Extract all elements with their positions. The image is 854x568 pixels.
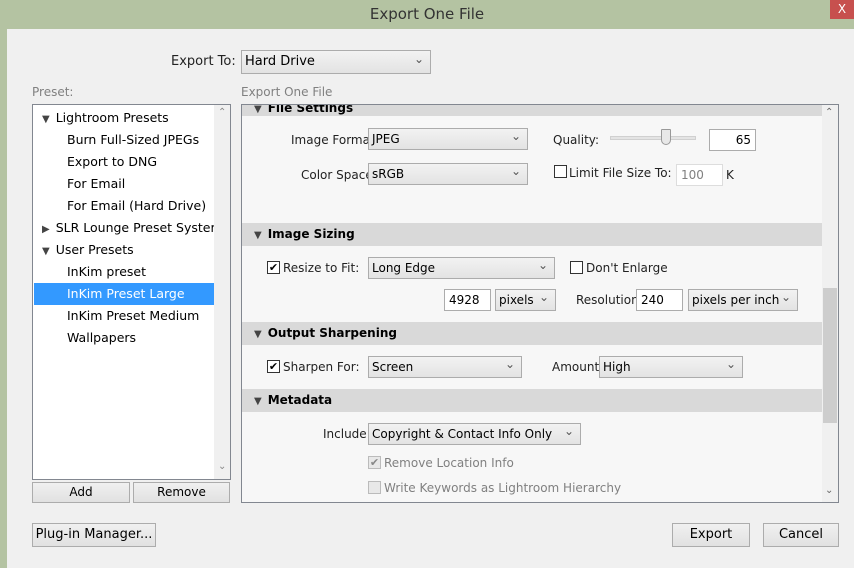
expanded-triangle-icon: ▼ <box>42 246 50 257</box>
scroll-down-icon[interactable]: ⌄ <box>825 485 833 496</box>
remove-location-checkbox[interactable]: ✔ <box>368 456 381 469</box>
limit-file-size-label: Limit File Size To: <box>569 166 672 180</box>
limit-unit: K <box>726 168 734 182</box>
limit-file-size-checkbox[interactable] <box>554 165 567 178</box>
limit-file-size-input[interactable]: 100 <box>676 164 723 186</box>
group-label: User Presets <box>55 242 134 257</box>
export-to-label: Export To: <box>171 54 236 69</box>
color-space-label: Color Space: <box>301 168 377 182</box>
add-preset-button[interactable]: Add <box>32 482 130 503</box>
size-input[interactable]: 4928 <box>444 289 491 311</box>
quality-label: Quality: <box>553 133 600 147</box>
export-button[interactable]: Export <box>672 523 750 547</box>
amount-label: Amount: <box>552 360 604 374</box>
sharpen-for-select[interactable]: Screen <box>368 356 522 378</box>
include-label: Include: <box>323 427 371 441</box>
preset-group-slr[interactable]: ▶ SLR Lounge Preset System <box>34 217 223 239</box>
plugin-manager-button[interactable]: Plug-in Manager... <box>32 523 156 547</box>
preset-item[interactable]: For Email (Hard Drive) <box>34 195 214 217</box>
group-label: Lightroom Presets <box>55 110 169 125</box>
scroll-down-icon[interactable]: ⌄ <box>218 461 226 472</box>
close-button[interactable]: X <box>830 0 854 19</box>
resize-mode-select[interactable]: Long Edge <box>368 257 555 279</box>
preset-list: ▼ Lightroom Presets Burn Full-Sized JPEGs… <box>32 104 231 480</box>
preset-item[interactable]: For Email <box>34 173 214 195</box>
dont-enlarge-label: Don't Enlarge <box>586 261 668 275</box>
resolution-input[interactable]: 240 <box>636 289 683 311</box>
preset-item[interactable]: Wallpapers <box>34 327 214 349</box>
write-keywords-label: Write Keywords as Lightroom Hierarchy <box>384 481 622 495</box>
section-metadata[interactable]: ▼ Metadata <box>242 389 822 412</box>
image-format-select[interactable]: JPEG <box>368 128 528 150</box>
section-title: Image Sizing <box>267 227 355 241</box>
sharpen-for-label: Sharpen For: <box>283 360 360 374</box>
resize-to-fit-label: Resize to Fit: <box>283 261 360 275</box>
size-unit-select[interactable]: pixels <box>495 289 556 311</box>
preset-scrollbar[interactable]: ⌃ ⌄ <box>214 105 230 479</box>
expanded-triangle-icon: ▼ <box>254 230 262 241</box>
resize-to-fit-checkbox[interactable]: ✔ <box>267 261 280 274</box>
scrollbar-thumb[interactable] <box>823 288 837 423</box>
preset-item[interactable]: Burn Full-Sized JPEGs <box>34 129 214 151</box>
remove-location-label: Remove Location Info <box>384 456 514 470</box>
section-title: Output Sharpening <box>267 326 397 340</box>
remove-preset-button[interactable]: Remove <box>133 482 230 503</box>
expanded-triangle-icon: ▼ <box>42 114 50 125</box>
scroll-up-icon[interactable]: ⌃ <box>218 107 226 118</box>
quality-slider[interactable] <box>610 136 696 140</box>
image-format-label: Image Format: <box>291 133 379 147</box>
preset-group-lightroom[interactable]: ▼ Lightroom Presets <box>34 107 214 129</box>
expanded-triangle-icon: ▼ <box>254 104 262 115</box>
window-border <box>0 29 7 568</box>
section-title: Metadata <box>267 393 333 407</box>
amount-select[interactable]: High <box>599 356 743 378</box>
cancel-button[interactable]: Cancel <box>763 523 839 547</box>
section-file-settings[interactable]: ▼ File Settings <box>242 104 822 116</box>
quality-slider-thumb[interactable] <box>660 129 671 145</box>
sharpen-for-checkbox[interactable]: ✔ <box>267 360 280 373</box>
preset-item[interactable]: InKim preset <box>34 261 214 283</box>
resolution-label: Resolution: <box>576 293 643 307</box>
collapsed-triangle-icon: ▶ <box>42 224 50 235</box>
export-settings-panel: ▼ File Settings Image Format: JPEG Qualit… <box>241 104 839 503</box>
quality-input[interactable]: 65 <box>709 129 756 151</box>
write-keywords-checkbox[interactable] <box>368 481 381 494</box>
preset-item[interactable]: Export to DNG <box>34 151 214 173</box>
window-title: Export One File <box>369 5 485 23</box>
expanded-triangle-icon: ▼ <box>254 329 262 340</box>
preset-group-user[interactable]: ▼ User Presets <box>34 239 214 261</box>
export-to-select[interactable]: Hard Drive <box>241 50 431 74</box>
expanded-triangle-icon: ▼ <box>254 396 262 407</box>
panel-scrollbar[interactable]: ⌃ ⌄ <box>822 105 838 502</box>
section-image-sizing[interactable]: ▼ Image Sizing <box>242 223 822 246</box>
dont-enlarge-checkbox[interactable] <box>570 261 583 274</box>
section-output-sharpening[interactable]: ▼ Output Sharpening <box>242 322 822 345</box>
group-label: SLR Lounge Preset System <box>55 220 223 235</box>
preset-item[interactable]: InKim Preset Medium <box>34 305 214 327</box>
metadata-include-select[interactable]: Copyright & Contact Info Only <box>368 423 581 445</box>
resolution-unit-select[interactable]: pixels per inch <box>688 289 798 311</box>
scroll-up-icon[interactable]: ⌃ <box>825 107 833 118</box>
panel-label: Export One File <box>241 85 333 99</box>
color-space-select[interactable]: sRGB <box>368 163 528 185</box>
section-title: File Settings <box>267 104 354 115</box>
preset-item-selected[interactable]: InKim Preset Large <box>34 283 214 305</box>
preset-label: Preset: <box>32 85 74 99</box>
title-bar: Export One File <box>0 0 854 29</box>
